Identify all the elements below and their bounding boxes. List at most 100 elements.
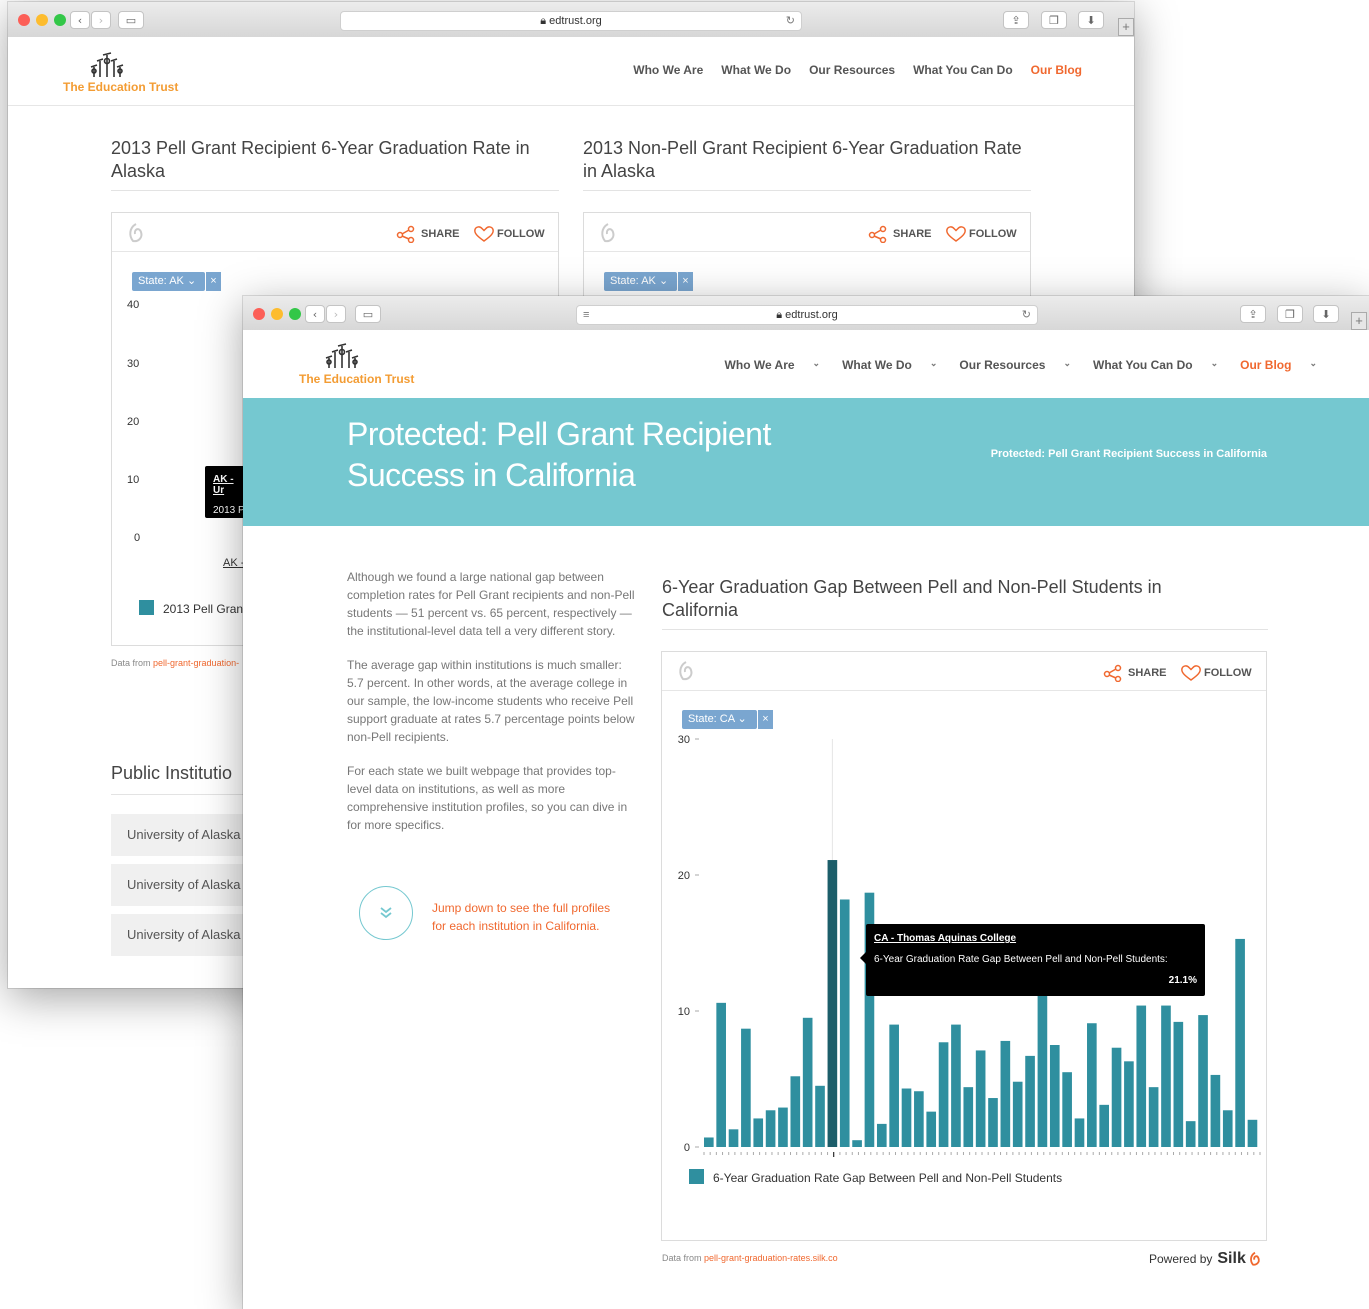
minimize-window-icon[interactable] [271, 308, 283, 320]
jump-down-button[interactable] [359, 886, 413, 940]
back-button[interactable]: ‹ [305, 305, 325, 323]
nav-what-we-do[interactable]: What We Do [842, 358, 912, 372]
chart-bar[interactable] [1148, 1087, 1159, 1147]
nav-what-you-can-do[interactable]: What You Can Do [1093, 358, 1193, 372]
powered-by[interactable]: Powered by Silk [1149, 1250, 1262, 1268]
new-tab-icon[interactable]: + [1118, 18, 1134, 36]
chevron-down-icon[interactable]: ⌄ [1309, 358, 1317, 372]
x-axis-label[interactable]: AK - [223, 557, 244, 569]
logo-icon[interactable] [323, 338, 361, 370]
data-source-link[interactable]: pell-grant-graduation- [153, 658, 239, 668]
share-toolbar-icon[interactable]: ⇪ [1240, 305, 1266, 323]
sidebar-icon[interactable]: ▭ [355, 305, 381, 323]
chart-bar[interactable] [778, 1107, 788, 1147]
nav-who-we-are[interactable]: Who We Are [725, 358, 795, 372]
reload-icon[interactable]: ↻ [1022, 306, 1031, 324]
chart-bar[interactable] [716, 1002, 726, 1147]
chart-bar[interactable] [901, 1088, 912, 1147]
chevron-down-icon[interactable]: ⌄ [813, 358, 821, 372]
institution-item[interactable]: University of Alaska [111, 864, 251, 906]
nav-our-resources[interactable]: Our Resources [809, 63, 895, 77]
back-button[interactable]: ‹ [70, 11, 90, 29]
logo-text[interactable]: The Education Trust [299, 372, 414, 386]
close-window-icon[interactable] [18, 14, 30, 26]
chart-bar[interactable] [1025, 1055, 1035, 1147]
chart-bar[interactable] [951, 1024, 961, 1147]
chevron-down-icon[interactable]: ⌄ [930, 358, 938, 372]
chart-bar[interactable] [1000, 1040, 1011, 1147]
nav-our-resources[interactable]: Our Resources [959, 358, 1045, 372]
chart-bar[interactable] [1099, 1104, 1110, 1147]
address-bar[interactable]: 🔒︎ edtrust.org ↻ [340, 11, 802, 31]
state-filter[interactable]: State: AK ⌄ [132, 272, 205, 291]
minimize-window-icon[interactable] [36, 14, 48, 26]
tabs-icon[interactable]: ❐ [1041, 11, 1067, 29]
nav-what-we-do[interactable]: What We Do [721, 63, 791, 77]
chart-bar[interactable] [1074, 1118, 1085, 1147]
chart-bar[interactable] [1012, 1081, 1023, 1147]
chart-bar[interactable] [1173, 1021, 1184, 1147]
breadcrumb[interactable]: Protected: Pell Grant Recipient Success … [991, 448, 1267, 460]
chart-bar[interactable] [1235, 938, 1245, 1147]
forward-button[interactable]: › [326, 305, 346, 323]
reload-icon[interactable]: ↻ [786, 12, 795, 30]
chart-bar[interactable] [741, 1028, 751, 1147]
share-button[interactable]: SHARE [1103, 664, 1167, 682]
zoom-window-icon[interactable] [289, 308, 301, 320]
chart-bar[interactable] [1124, 1061, 1134, 1147]
nav-our-blog[interactable]: Our Blog [1240, 358, 1291, 372]
sidebar-icon[interactable]: ▭ [118, 11, 144, 29]
chart-bar[interactable] [926, 1111, 937, 1147]
tabs-icon[interactable]: ❐ [1277, 305, 1303, 323]
chart-bar[interactable] [839, 899, 850, 1147]
nav-what-you-can-do[interactable]: What You Can Do [913, 63, 1013, 77]
nav-our-blog[interactable]: Our Blog [1031, 63, 1082, 77]
chevron-down-icon[interactable]: ⌄ [1063, 358, 1071, 372]
chart-bar[interactable] [914, 1091, 924, 1147]
logo-icon[interactable] [88, 47, 126, 79]
follow-button[interactable]: FOLLOW [1180, 664, 1252, 682]
download-icon[interactable]: ⬇ [1078, 11, 1104, 29]
chart-bar[interactable] [704, 1137, 714, 1147]
chart-bar[interactable] [1087, 1023, 1097, 1147]
data-source-link[interactable]: pell-grant-graduation-rates.silk.co [704, 1253, 838, 1263]
chart-bar[interactable] [1185, 1121, 1196, 1147]
chart-bar[interactable] [753, 1118, 764, 1147]
forward-button[interactable]: › [91, 11, 111, 29]
chart-bar[interactable] [1210, 1074, 1221, 1147]
close-window-icon[interactable] [253, 308, 265, 320]
institution-item[interactable]: University of Alaska [111, 914, 251, 956]
chart-bar[interactable] [1111, 1047, 1122, 1147]
logo-text[interactable]: The Education Trust [63, 80, 178, 94]
chart-bar[interactable] [765, 1110, 776, 1147]
reader-icon[interactable]: ≡ [583, 306, 589, 324]
chevron-down-icon[interactable]: ⌄ [1211, 358, 1219, 372]
chart-bar[interactable] [988, 1098, 998, 1147]
chart-bar[interactable] [728, 1129, 739, 1147]
share-button[interactable]: SHARE [396, 225, 460, 243]
chart-bar[interactable] [815, 1085, 825, 1147]
nav-who-we-are[interactable]: Who We Are [633, 63, 703, 77]
chart-bar[interactable] [1049, 1045, 1060, 1147]
chart-bar[interactable] [1037, 975, 1048, 1147]
chart-bar[interactable] [802, 1017, 813, 1147]
download-icon[interactable]: ⬇ [1313, 305, 1339, 323]
chart-bar[interactable] [1198, 1015, 1208, 1147]
share-toolbar-icon[interactable]: ⇪ [1003, 11, 1029, 29]
chart-bar[interactable] [1161, 1005, 1171, 1147]
filter-close-icon[interactable]: × [205, 272, 221, 291]
chart-bar[interactable] [1247, 1119, 1258, 1147]
chart-bar[interactable] [963, 1087, 974, 1147]
institution-item[interactable]: University of Alaska [111, 814, 251, 856]
chart-bar[interactable] [938, 1042, 949, 1147]
zoom-window-icon[interactable] [54, 14, 66, 26]
chart-bar[interactable] [852, 1140, 862, 1147]
new-tab-icon[interactable]: + [1351, 312, 1367, 330]
jump-down-link[interactable]: Jump down to see the full profiles for e… [432, 899, 614, 935]
chart-bar[interactable] [1222, 1110, 1233, 1147]
follow-button[interactable]: FOLLOW [473, 225, 545, 243]
share-button[interactable]: SHARE [868, 225, 932, 243]
filter-close-icon[interactable]: × [677, 272, 693, 291]
state-filter[interactable]: State: AK ⌄ [604, 272, 677, 291]
chart-bar[interactable] [876, 1123, 887, 1147]
